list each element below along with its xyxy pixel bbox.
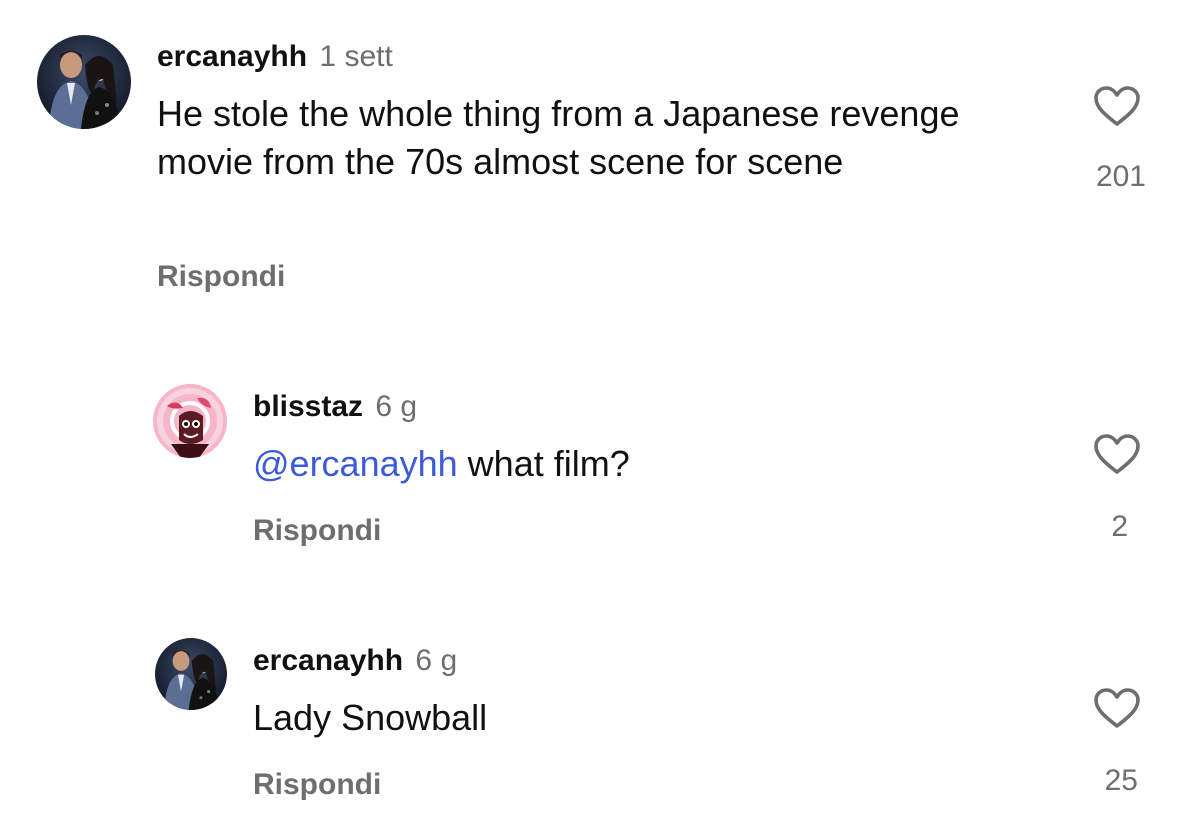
profile-illustration-icon [153,384,227,458]
comment-text: @ercanayhh what film? [253,440,1053,488]
avatar[interactable] [155,638,227,710]
avatar[interactable] [37,35,131,129]
avatar[interactable] [153,384,227,458]
heart-icon [1094,86,1140,126]
heart-icon [1094,434,1140,474]
like-count: 201 [1095,160,1146,193]
profile-photo-icon [155,638,227,710]
like-button[interactable] [1092,686,1142,730]
timestamp: 6 g [415,644,458,677]
comment-header: blisstaz 6 g [253,392,417,422]
heart-icon [1094,688,1140,728]
like-count: 25 [1104,764,1138,797]
comment-header: ercanayhh 1 sett [157,42,393,72]
comment-text: Lady Snowball [253,697,488,738]
mention-link[interactable]: @ercanayhh [253,443,458,484]
timestamp: 1 sett [319,40,393,73]
username[interactable]: ercanayhh [157,40,307,73]
timestamp: 6 g [375,390,418,423]
username[interactable]: ercanayhh [253,644,403,677]
comment-text-rest: what film? [457,443,630,484]
profile-photo-icon [37,35,131,129]
like-button[interactable] [1092,84,1142,128]
like-count: 2 [1111,510,1128,543]
username[interactable]: blisstaz [253,390,363,423]
reply-button[interactable]: Rispondi [253,516,381,546]
reply-button[interactable]: Rispondi [157,262,285,292]
reply-button[interactable]: Rispondi [253,770,381,800]
comment-header: ercanayhh 6 g [253,646,457,676]
comment-text: He stole the whole thing from a Japanese… [157,93,960,182]
like-button[interactable] [1092,432,1142,476]
